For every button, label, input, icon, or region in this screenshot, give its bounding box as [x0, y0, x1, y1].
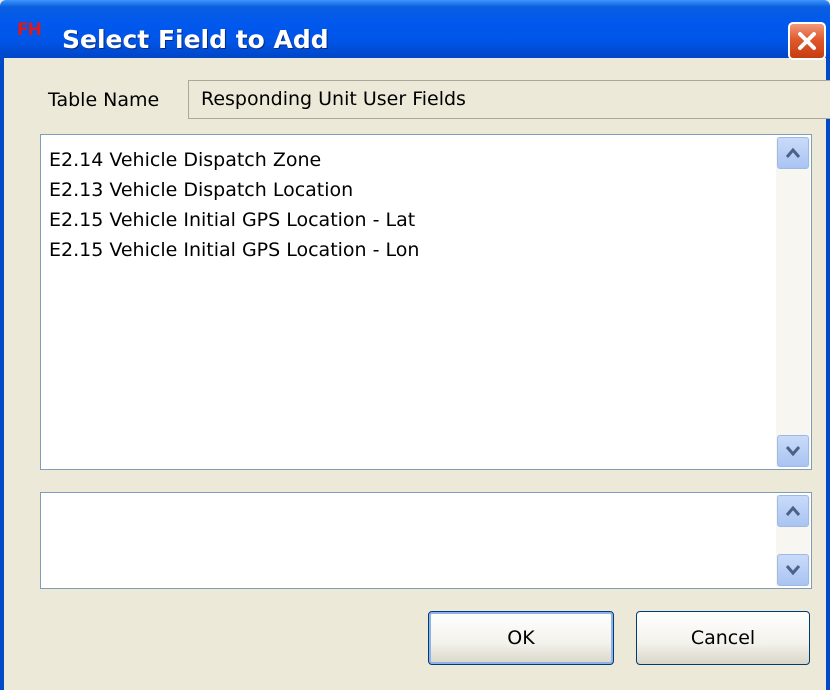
scroll-down-button[interactable] — [777, 435, 809, 467]
description-box[interactable] — [40, 492, 812, 589]
chevron-down-icon — [785, 565, 801, 576]
scroll-up-button[interactable] — [777, 137, 809, 169]
close-icon — [798, 32, 816, 50]
chevron-up-icon — [785, 147, 801, 158]
ok-button[interactable]: OK — [428, 611, 614, 665]
scroll-up-button[interactable] — [777, 495, 809, 527]
list-item[interactable]: E2.13 Vehicle Dispatch Location — [49, 175, 769, 205]
scroll-down-button[interactable] — [777, 554, 809, 586]
description-scrollbar[interactable] — [776, 495, 810, 586]
close-button[interactable] — [788, 22, 826, 60]
chevron-up-icon — [785, 505, 801, 516]
title-bar[interactable]: FH Select Field to Add — [0, 0, 830, 60]
window-frame-left — [0, 58, 4, 690]
window-frame-right — [826, 58, 830, 690]
field-list-items: E2.14 Vehicle Dispatch Zone E2.13 Vehicl… — [49, 145, 769, 265]
window-title: Select Field to Add — [62, 25, 329, 54]
app-logo-icon: FH — [17, 20, 42, 40]
list-item[interactable]: E2.14 Vehicle Dispatch Zone — [49, 145, 769, 175]
table-name-label: Table Name — [48, 89, 160, 111]
table-name-field: Responding Unit User Fields — [188, 80, 830, 119]
dialog-window: FH Select Field to Add Table Name Respon… — [0, 0, 830, 690]
field-list[interactable]: E2.14 Vehicle Dispatch Zone E2.13 Vehicl… — [40, 134, 812, 470]
field-list-scrollbar[interactable] — [776, 137, 810, 467]
chevron-down-icon — [785, 446, 801, 457]
list-item[interactable]: E2.15 Vehicle Initial GPS Location - Lon — [49, 235, 769, 265]
cancel-button[interactable]: Cancel — [636, 611, 810, 665]
list-item[interactable]: E2.15 Vehicle Initial GPS Location - Lat — [49, 205, 769, 235]
